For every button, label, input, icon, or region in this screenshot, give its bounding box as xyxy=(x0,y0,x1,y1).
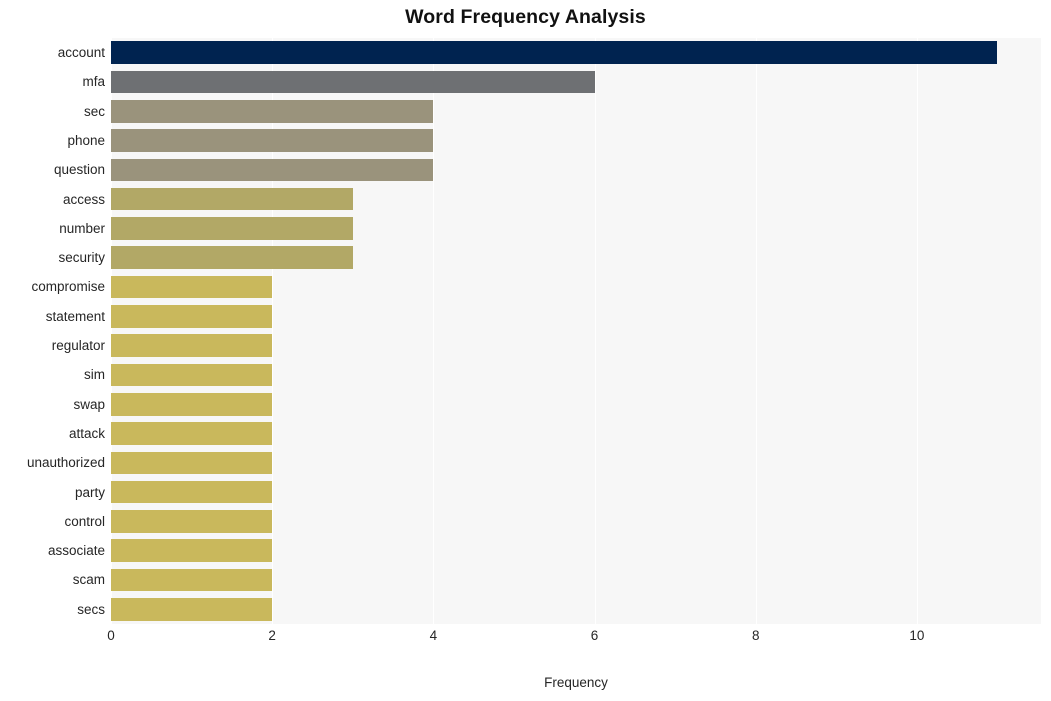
bar-control[interactable] xyxy=(111,510,273,533)
bar-row xyxy=(111,595,1041,624)
bar-row xyxy=(111,155,1041,184)
y-tick-label-attack: attack xyxy=(68,425,105,441)
y-tick-label-swap: swap xyxy=(73,396,105,412)
y-tick-label-compromise: compromise xyxy=(31,279,105,295)
y-tick-label-phone: phone xyxy=(67,132,105,148)
bar-row xyxy=(111,214,1041,243)
bar-regulator[interactable] xyxy=(111,334,273,357)
y-tick-label-access: access xyxy=(62,191,105,207)
x-axis-ticks: 0 2 4 6 8 10 xyxy=(0,628,1051,652)
y-tick-label-regulator: regulator xyxy=(51,338,105,353)
bar-row xyxy=(111,272,1041,301)
bar-row xyxy=(111,38,1041,67)
bar-attack[interactable] xyxy=(111,422,273,445)
bar-mfa[interactable] xyxy=(111,70,595,94)
bar-associate[interactable] xyxy=(111,539,273,562)
bar-sim[interactable] xyxy=(111,363,273,387)
y-tick-label-control: control xyxy=(64,513,105,529)
bar-number[interactable] xyxy=(111,217,353,240)
y-tick-label-question: question xyxy=(53,162,105,178)
y-tick-label-scam: scam xyxy=(72,572,105,588)
bar-row xyxy=(111,67,1041,96)
x-tick-label-8: 8 xyxy=(751,628,760,643)
bar-row xyxy=(111,565,1041,594)
y-tick-label-secs: secs xyxy=(77,601,105,617)
bar-row xyxy=(111,390,1041,419)
bar-row xyxy=(111,97,1041,126)
bars-layer xyxy=(111,38,1041,624)
y-tick-label-statement: statement xyxy=(45,308,105,324)
x-tick-label-10: 10 xyxy=(909,628,925,643)
chart-title: Word Frequency Analysis xyxy=(405,6,646,28)
bar-row xyxy=(111,360,1041,389)
bar-question[interactable] xyxy=(111,158,434,182)
y-tick-label-sim: sim xyxy=(84,367,105,383)
y-tick-label-sec: sec xyxy=(83,103,105,119)
bar-secs[interactable] xyxy=(111,598,273,621)
y-tick-label-party: party xyxy=(74,484,105,500)
x-tick-label-4: 4 xyxy=(429,628,438,643)
bar-row xyxy=(111,185,1041,214)
word-frequency-chart: Word Frequency Analysis account mfa sec pho… xyxy=(0,0,1051,701)
bar-account[interactable] xyxy=(111,41,998,64)
y-tick-label-mfa: mfa xyxy=(82,74,105,90)
bar-row xyxy=(111,243,1041,272)
bar-sec[interactable] xyxy=(111,99,434,123)
plot-area xyxy=(111,38,1041,624)
x-tick-label-0: 0 xyxy=(107,628,115,643)
bar-row xyxy=(111,419,1041,448)
bar-security[interactable] xyxy=(111,246,353,269)
bar-phone[interactable] xyxy=(111,129,434,152)
x-tick-label-2: 2 xyxy=(268,628,276,643)
bar-row xyxy=(111,331,1041,360)
y-tick-label-associate: associate xyxy=(47,543,105,559)
bar-statement[interactable] xyxy=(111,305,273,328)
bar-scam[interactable] xyxy=(111,568,273,592)
bar-party[interactable] xyxy=(111,480,273,504)
y-tick-label-unauthorized: unauthorized xyxy=(26,455,105,471)
bar-access[interactable] xyxy=(111,187,353,211)
bar-unauthorized[interactable] xyxy=(111,451,273,475)
bar-row xyxy=(111,536,1041,565)
y-axis-labels: account mfa sec phone question access number se… xyxy=(0,38,105,624)
bar-row xyxy=(111,507,1041,536)
y-tick-label-security: security xyxy=(58,250,105,266)
y-tick-label-number: number xyxy=(59,220,105,236)
bar-row xyxy=(111,448,1041,477)
bar-row xyxy=(111,126,1041,155)
x-tick-label-6: 6 xyxy=(590,628,599,643)
bar-row xyxy=(111,478,1041,507)
x-axis-label: Frequency xyxy=(544,675,608,690)
bar-compromise[interactable] xyxy=(111,275,273,299)
y-tick-label-account: account xyxy=(57,45,105,60)
bar-swap[interactable] xyxy=(111,392,273,416)
bar-row xyxy=(111,302,1041,331)
